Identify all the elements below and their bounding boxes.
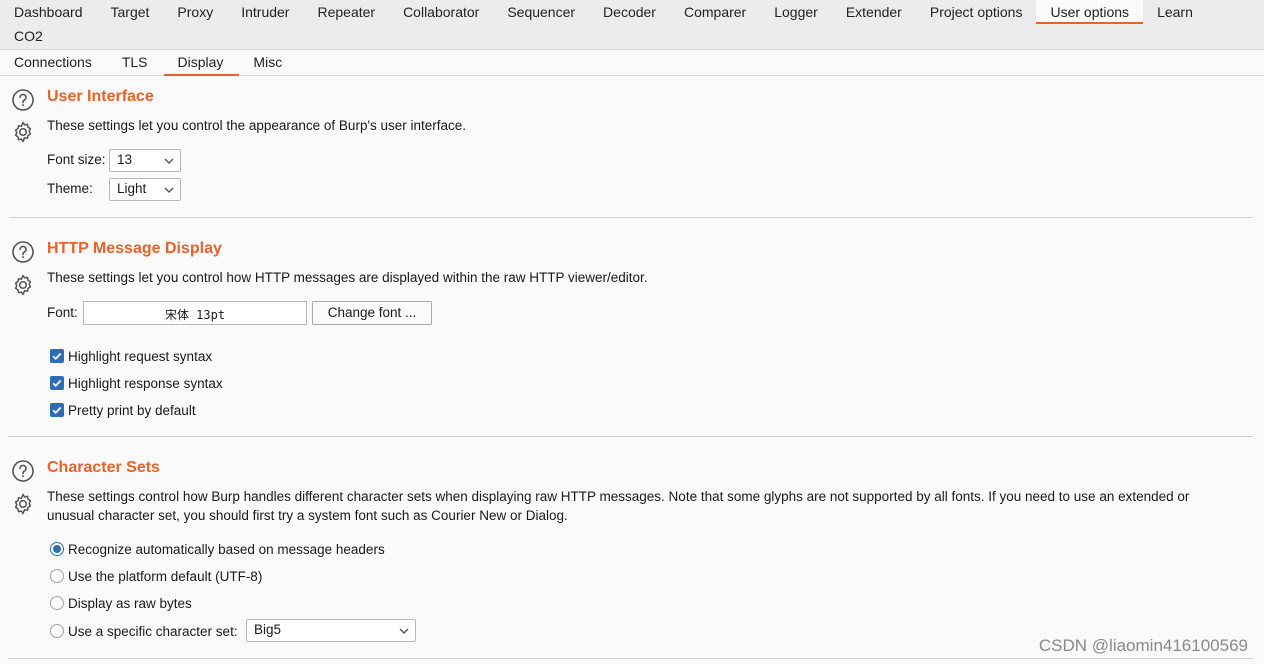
tab-sequencer[interactable]: Sequencer (493, 0, 589, 24)
main-tab-row-1: Dashboard Target Proxy Intruder Repeater… (0, 0, 1207, 24)
gear-icon[interactable] (11, 492, 35, 516)
radio-label: Use the platform default (UTF-8) (68, 568, 263, 584)
font-field[interactable]: 宋体 13pt (83, 301, 307, 325)
subtab-tls[interactable]: TLS (108, 50, 164, 76)
check-icon (52, 352, 62, 360)
tab-proxy[interactable]: Proxy (163, 0, 227, 24)
http-message-display-description: These settings let you control how HTTP … (47, 270, 648, 285)
gear-icon[interactable] (11, 120, 35, 144)
tab-target[interactable]: Target (97, 0, 164, 24)
radio-label: Display as raw bytes (68, 595, 192, 611)
subtab-connections[interactable]: Connections (0, 50, 108, 76)
tab-co2[interactable]: CO2 (0, 24, 57, 48)
tab-dashboard[interactable]: Dashboard (0, 0, 97, 24)
charset-raw-bytes-radio[interactable]: Display as raw bytes (50, 594, 192, 612)
help-circle-icon[interactable] (11, 240, 35, 264)
charset-platform-default-radio[interactable]: Use the platform default (UTF-8) (50, 567, 262, 585)
charset-specific-radio[interactable]: Use a specific character set: (50, 622, 238, 640)
checkbox-label: Highlight request syntax (68, 348, 213, 364)
tab-repeater[interactable]: Repeater (303, 0, 389, 24)
charset-auto-radio[interactable]: Recognize automatically based on message… (50, 540, 385, 558)
tab-extender[interactable]: Extender (832, 0, 916, 24)
pretty-print-checkbox[interactable]: Pretty print by default (50, 401, 196, 419)
highlight-request-syntax-checkbox[interactable]: Highlight request syntax (50, 347, 212, 365)
charset-select[interactable]: Big5 (246, 619, 416, 642)
tab-learn[interactable]: Learn (1143, 0, 1207, 24)
theme-value: Light (117, 181, 147, 196)
subtab-display[interactable]: Display (163, 50, 240, 76)
tab-intruder[interactable]: Intruder (227, 0, 303, 24)
checkbox-checked[interactable] (50, 403, 64, 417)
user-interface-description: These settings let you control the appea… (47, 118, 467, 133)
tab-logger[interactable]: Logger (760, 0, 832, 24)
radio-unselected[interactable] (50, 569, 64, 583)
change-font-button[interactable]: Change font ... (312, 301, 432, 325)
chevron-down-icon (164, 158, 174, 164)
checkbox-label: Highlight response syntax (68, 375, 223, 391)
theme-label: Theme: (47, 181, 93, 196)
tab-user-options[interactable]: User options (1036, 0, 1144, 24)
font-size-select[interactable]: 13 (109, 149, 181, 172)
sub-tab-bar: Connections TLS Display Misc (0, 50, 1264, 76)
check-icon (52, 379, 62, 387)
tab-collaborator[interactable]: Collaborator (389, 0, 493, 24)
section-divider (9, 658, 1253, 659)
check-icon (52, 406, 62, 414)
radio-unselected[interactable] (50, 624, 64, 638)
character-sets-description: These settings control how Burp handles … (47, 489, 1190, 523)
help-circle-icon[interactable] (11, 459, 35, 483)
tab-decoder[interactable]: Decoder (589, 0, 670, 24)
radio-selected[interactable] (50, 542, 64, 556)
font-size-label: Font size: (47, 152, 106, 167)
highlight-response-syntax-checkbox[interactable]: Highlight response syntax (50, 374, 223, 392)
theme-select[interactable]: Light (109, 178, 181, 201)
character-sets-title: Character Sets (47, 459, 160, 476)
chevron-down-icon (164, 187, 174, 193)
radio-unselected[interactable] (50, 596, 64, 610)
radio-label: Recognize automatically based on message… (68, 541, 385, 557)
checkbox-label: Pretty print by default (68, 402, 196, 418)
http-message-display-title: HTTP Message Display (47, 240, 222, 257)
font-label: Font: (47, 305, 78, 320)
section-divider (9, 436, 1253, 437)
watermark-text: CSDN @liaomin416100569 (1038, 636, 1248, 655)
chevron-down-icon (399, 628, 409, 634)
checkbox-checked[interactable] (50, 349, 64, 363)
user-interface-title: User Interface (47, 88, 154, 105)
charset-value: Big5 (254, 622, 282, 637)
font-size-value: 13 (117, 152, 133, 167)
tab-comparer[interactable]: Comparer (670, 0, 760, 24)
checkbox-checked[interactable] (50, 376, 64, 390)
main-tab-bar: Dashboard Target Proxy Intruder Repeater… (0, 0, 1264, 50)
subtab-misc[interactable]: Misc (239, 50, 298, 76)
gear-icon[interactable] (11, 273, 35, 297)
section-divider (9, 217, 1253, 218)
tab-project-options[interactable]: Project options (916, 0, 1037, 24)
radio-label: Use a specific character set: (68, 623, 238, 639)
help-circle-icon[interactable] (11, 88, 35, 112)
main-tab-row-2: CO2 (0, 24, 57, 48)
